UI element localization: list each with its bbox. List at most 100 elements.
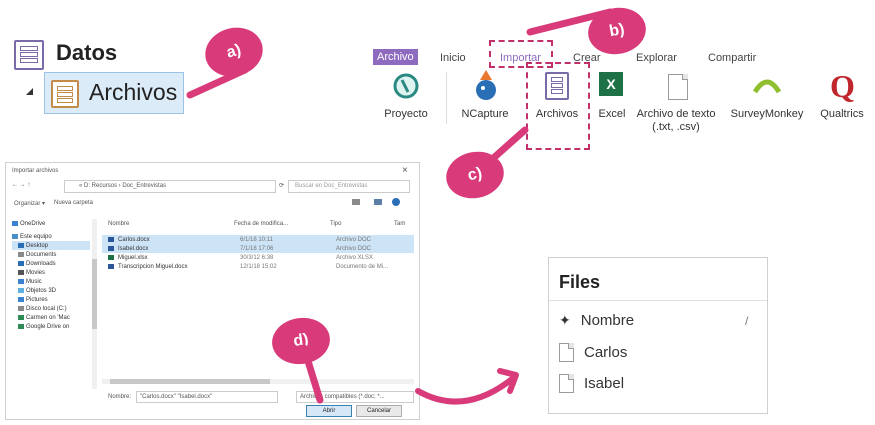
column-header-fecha[interactable]: Fecha de modifica...: [234, 221, 288, 227]
filename-label: Nombre:: [108, 394, 132, 400]
sidebar-item-desktop[interactable]: Desktop: [12, 241, 90, 250]
sidebar-item-movies[interactable]: Movies: [12, 268, 90, 277]
network-drive-icon: [18, 315, 24, 320]
tab-compartir[interactable]: Compartir: [708, 52, 756, 64]
cancel-button[interactable]: Cancelar: [356, 405, 402, 417]
tree-item-archivos[interactable]: Archivos: [44, 72, 184, 114]
files-header-nombre: Nombre: [580, 312, 635, 329]
table-row[interactable]: Transcripcion Miguel.docx 12/1/18 15:02 …: [102, 262, 414, 271]
surveymonkey-icon: [753, 79, 781, 94]
downloads-icon: [18, 261, 24, 266]
tab-inicio[interactable]: Inicio: [440, 52, 466, 64]
table-row[interactable]: Miguel.xlsx 30/3/12 6:38 Archivo XLSX: [102, 253, 414, 262]
movies-icon: [18, 270, 24, 275]
document-icon: [559, 374, 574, 393]
ribbon-button-ncapture[interactable]: NCapture: [452, 68, 518, 128]
sidebar-item-este-equipo[interactable]: Este equipo: [12, 232, 90, 241]
file-type: Archivo XLSX: [336, 254, 374, 261]
address-bar[interactable]: « D: Recursos › Doc_Entrevistas: [64, 180, 276, 193]
file-date: 12/1/18 15:02: [240, 263, 277, 270]
tab-explorar[interactable]: Explorar: [636, 52, 677, 64]
file-list: Carlos.docx 6/1/18 10:11 Archivo DOC Isa…: [102, 235, 414, 271]
sidebar-item-google-drive[interactable]: Google Drive on: [12, 322, 90, 331]
file-date: 6/1/18 10:11: [240, 236, 273, 243]
column-header-tipo[interactable]: Tipo: [330, 221, 341, 227]
ribbon-label: Proyecto: [384, 108, 428, 120]
sidebar-label: OneDrive: [20, 220, 46, 227]
filename-value: "Carlos.docx" "Isabel.docx": [140, 394, 213, 400]
files-header-row[interactable]: ✦ Nombre: [559, 312, 634, 329]
sidebar-label: Disco local (C:): [26, 305, 67, 312]
file-name: Transcripcion Miguel.docx: [118, 263, 188, 270]
ribbon-button-archivos[interactable]: Archivos: [528, 68, 586, 128]
file-type: Archivo DOC: [336, 236, 372, 243]
tab-archivo[interactable]: Archivo: [373, 49, 418, 65]
sidebar-item-documents[interactable]: Documents: [12, 250, 90, 259]
onedrive-icon: [12, 221, 18, 226]
file-item-label: Carlos: [584, 344, 628, 361]
nav-arrows-icon[interactable]: ← → ↑: [12, 182, 30, 188]
ribbon-button-qualtrics[interactable]: Q Qualtrics: [812, 68, 872, 128]
expand-triangle-icon[interactable]: [26, 88, 33, 95]
search-box[interactable]: Buscar en Doc_Entrevistas: [288, 180, 410, 193]
sidebar-label: Este equipo: [20, 233, 52, 240]
sidebar-label: Downloads: [26, 260, 56, 267]
pictures-icon: [18, 297, 24, 302]
sidebar-label: Objetos 3D: [26, 287, 57, 294]
tree-item-label: Archivos: [89, 79, 178, 105]
list-item[interactable]: Carlos: [559, 343, 627, 362]
pin-icon: ✦: [559, 312, 571, 328]
column-resize-icon[interactable]: /: [745, 314, 748, 328]
refresh-icon[interactable]: ⟳: [279, 182, 284, 189]
sidebar-item-carmen-mac[interactable]: Carmen on 'Mac: [12, 313, 90, 322]
sidebar-item-onedrive[interactable]: OneDrive: [12, 219, 90, 228]
sidebar-scrollbar[interactable]: [92, 219, 97, 389]
sidebar-item-disco-local[interactable]: Disco local (C:): [12, 304, 90, 313]
organize-button[interactable]: Organizar ▾: [14, 200, 45, 207]
sidebar-label: Documents: [26, 251, 57, 258]
sidebar-label: Pictures: [26, 296, 48, 303]
sidebar-label: Movies: [26, 269, 46, 276]
new-folder-button[interactable]: Nueva carpeta: [54, 200, 93, 206]
files-panel-divider: [549, 300, 767, 301]
ribbon-button-texto[interactable]: Archivo de texto (.txt, .csv): [636, 68, 716, 140]
sidebar-label: Music: [26, 278, 42, 285]
project-icon: [393, 73, 419, 99]
sidebar-item-downloads[interactable]: Downloads: [12, 259, 90, 268]
column-header-tamano[interactable]: Tam: [394, 221, 405, 227]
text-file-icon: [668, 74, 688, 100]
column-header-nombre[interactable]: Nombre: [108, 221, 129, 227]
ribbon-button-excel[interactable]: X Excel: [590, 68, 634, 128]
table-row[interactable]: Carlos.docx 6/1/18 10:11 Archivo DOC: [102, 235, 414, 244]
ribbon-button-proyecto[interactable]: Proyecto: [370, 68, 442, 128]
network-drive-icon: [18, 324, 24, 329]
drive-icon: [18, 306, 24, 311]
sidebar-item-pictures[interactable]: Pictures: [12, 295, 90, 304]
search-placeholder: Buscar en Doc_Entrevistas: [295, 183, 368, 189]
file-date: 30/3/12 6:38: [240, 254, 274, 261]
help-icon[interactable]: [392, 198, 400, 206]
files-panel: Files ✦ Nombre / Carlos Isabel: [548, 257, 768, 414]
file-type: Documento de Mi...: [336, 263, 389, 270]
filename-input[interactable]: "Carlos.docx" "Isabel.docx": [136, 391, 278, 403]
sidebar-item-music[interactable]: Music: [12, 277, 90, 286]
files-panel-title: Files: [559, 272, 601, 292]
preview-pane-icon[interactable]: [374, 199, 382, 205]
import-files-dialog: Importar archivos × ← → ↑ « D: Recursos …: [5, 162, 420, 420]
horizontal-scrollbar[interactable]: [102, 379, 414, 384]
table-row[interactable]: Isabel.docx 7/1/18 17:06 Archivo DOC: [102, 244, 414, 253]
database-icon: [14, 40, 44, 70]
sidebar-label: Carmen on 'Mac: [26, 314, 70, 321]
document-icon: [559, 343, 574, 362]
file-item-label: Isabel: [584, 375, 625, 392]
sidebar-item-objetos-3d[interactable]: Objetos 3D: [12, 286, 90, 295]
file-type: Archivo DOC: [336, 245, 372, 252]
ribbon-button-surveymonkey[interactable]: SurveyMonkey: [724, 68, 810, 128]
curved-arrow-icon: [415, 368, 519, 405]
dialog-sidebar: OneDrive Este equipo Desktop Documents D…: [12, 219, 90, 389]
list-item[interactable]: Isabel: [559, 374, 624, 393]
close-icon[interactable]: ×: [402, 165, 408, 176]
view-options-icon[interactable]: [352, 199, 360, 205]
tree-root-label[interactable]: Datos: [56, 40, 117, 66]
computer-icon: [12, 234, 18, 239]
